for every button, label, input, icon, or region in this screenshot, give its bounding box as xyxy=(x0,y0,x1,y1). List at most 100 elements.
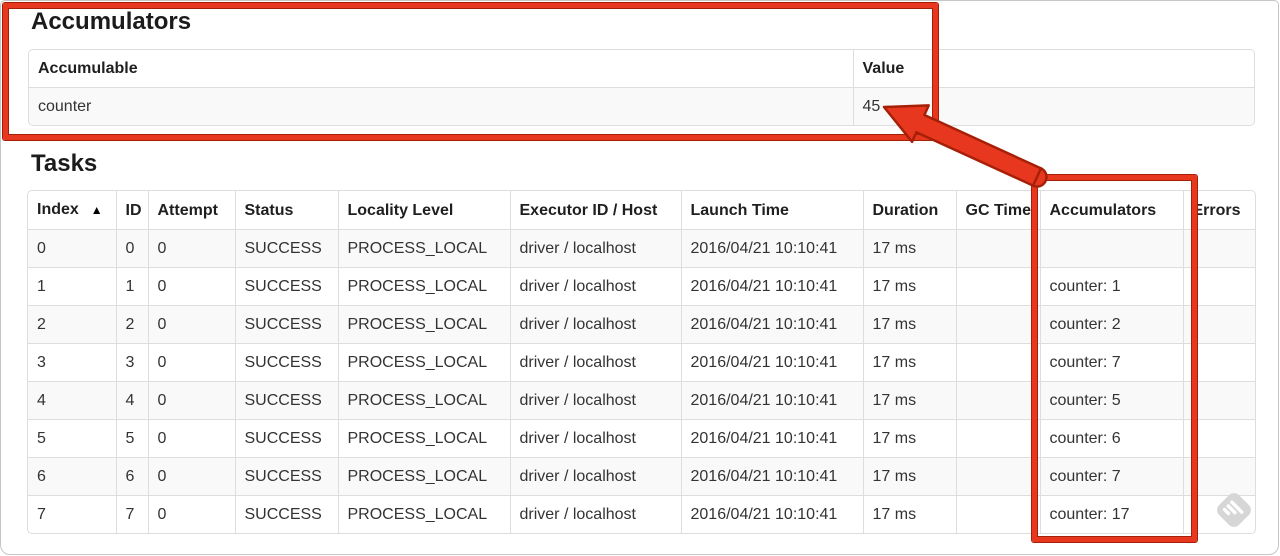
cell-errors xyxy=(1182,495,1255,533)
cell-errors xyxy=(1182,229,1255,268)
cell-duration: 17 ms xyxy=(862,457,957,496)
cell-gc-time xyxy=(955,267,1041,306)
cell-id: 6 xyxy=(115,457,149,496)
cell-gc-time xyxy=(955,495,1041,533)
cell-duration: 17 ms xyxy=(862,267,957,306)
cell-gc-time xyxy=(955,381,1041,420)
accumulators-section-title: Accumulators xyxy=(31,8,192,35)
cell-duration: 17 ms xyxy=(862,229,957,268)
cell-launch-time: 2016/04/21 10:10:41 xyxy=(680,343,864,382)
cell-index: 7 xyxy=(28,495,117,533)
cell-accumulable: counter xyxy=(29,87,854,125)
cell-accumulators: counter: 6 xyxy=(1039,419,1184,458)
cell-status: SUCCESS xyxy=(234,381,339,420)
cell-errors xyxy=(1182,419,1255,458)
cell-gc-time xyxy=(955,419,1041,458)
table-row: 2 2 0 SUCCESS PROCESS_LOCAL driver / loc… xyxy=(28,305,1255,344)
cell-launch-time: 2016/04/21 10:10:41 xyxy=(680,419,864,458)
cell-index: 4 xyxy=(28,381,117,420)
cell-status: SUCCESS xyxy=(234,305,339,344)
col-header-index[interactable]: Index ▲ xyxy=(28,191,117,230)
table-row: 5 5 0 SUCCESS PROCESS_LOCAL driver / loc… xyxy=(28,419,1255,458)
cell-locality: PROCESS_LOCAL xyxy=(337,419,511,458)
cell-executor: driver / localhost xyxy=(509,229,682,268)
col-header-value[interactable]: Value xyxy=(852,50,1254,88)
cell-id: 4 xyxy=(115,381,149,420)
cell-id: 5 xyxy=(115,419,149,458)
table-row: counter 45 xyxy=(29,87,1254,125)
col-header-id[interactable]: ID xyxy=(115,191,149,230)
cell-executor: driver / localhost xyxy=(509,457,682,496)
table-row: 4 4 0 SUCCESS PROCESS_LOCAL driver / loc… xyxy=(28,381,1255,420)
cell-executor: driver / localhost xyxy=(509,419,682,458)
cell-attempt: 0 xyxy=(147,229,236,268)
cell-attempt: 0 xyxy=(147,267,236,306)
cell-errors xyxy=(1182,343,1255,382)
cell-launch-time: 2016/04/21 10:10:41 xyxy=(680,381,864,420)
cell-gc-time xyxy=(955,457,1041,496)
cell-index: 1 xyxy=(28,267,117,306)
cell-gc-time xyxy=(955,229,1041,268)
col-header-locality-level[interactable]: Locality Level xyxy=(337,191,511,230)
col-header-errors[interactable]: Errors xyxy=(1182,191,1255,230)
cell-locality: PROCESS_LOCAL xyxy=(337,305,511,344)
table-row: 7 7 0 SUCCESS PROCESS_LOCAL driver / loc… xyxy=(28,495,1255,533)
cell-attempt: 0 xyxy=(147,457,236,496)
spark-stage-page: Accumulators Accumulable Value counter 4… xyxy=(0,0,1279,555)
cell-duration: 17 ms xyxy=(862,381,957,420)
cell-duration: 17 ms xyxy=(862,495,957,533)
cell-value: 45 xyxy=(852,87,1254,125)
cell-id: 0 xyxy=(115,229,149,268)
cell-attempt: 0 xyxy=(147,343,236,382)
cell-executor: driver / localhost xyxy=(509,267,682,306)
cell-executor: driver / localhost xyxy=(509,495,682,533)
cell-launch-time: 2016/04/21 10:10:41 xyxy=(680,305,864,344)
cell-locality: PROCESS_LOCAL xyxy=(337,343,511,382)
col-header-status[interactable]: Status xyxy=(234,191,339,230)
cell-duration: 17 ms xyxy=(862,343,957,382)
col-header-launch-time[interactable]: Launch Time xyxy=(680,191,864,230)
cell-status: SUCCESS xyxy=(234,343,339,382)
cell-accumulators: counter: 1 xyxy=(1039,267,1184,306)
col-header-accumulators[interactable]: Accumulators xyxy=(1039,191,1184,230)
cell-attempt: 0 xyxy=(147,381,236,420)
cell-launch-time: 2016/04/21 10:10:41 xyxy=(680,495,864,533)
col-header-index-label: Index xyxy=(37,201,79,218)
cell-accumulators xyxy=(1039,229,1184,268)
cell-launch-time: 2016/04/21 10:10:41 xyxy=(680,267,864,306)
table-row: 1 1 0 SUCCESS PROCESS_LOCAL driver / loc… xyxy=(28,267,1255,306)
cell-errors xyxy=(1182,457,1255,496)
cell-index: 5 xyxy=(28,419,117,458)
cell-accumulators: counter: 7 xyxy=(1039,457,1184,496)
cell-status: SUCCESS xyxy=(234,495,339,533)
tasks-section-title: Tasks xyxy=(31,150,98,177)
table-row: 3 3 0 SUCCESS PROCESS_LOCAL driver / loc… xyxy=(28,343,1255,382)
cell-attempt: 0 xyxy=(147,495,236,533)
cell-id: 1 xyxy=(115,267,149,306)
cell-id: 3 xyxy=(115,343,149,382)
cell-id: 7 xyxy=(115,495,149,533)
tasks-header-row: Index ▲ ID Attempt Status Locality Level … xyxy=(28,191,1255,230)
cell-errors xyxy=(1182,305,1255,344)
accumulators-header-row: Accumulable Value xyxy=(29,50,1254,88)
cell-errors xyxy=(1182,267,1255,306)
cell-locality: PROCESS_LOCAL xyxy=(337,495,511,533)
col-header-executor-id-host[interactable]: Executor ID / Host xyxy=(509,191,682,230)
cell-status: SUCCESS xyxy=(234,267,339,306)
col-header-attempt[interactable]: Attempt xyxy=(147,191,236,230)
cell-accumulators: counter: 2 xyxy=(1039,305,1184,344)
cell-executor: driver / localhost xyxy=(509,381,682,420)
cell-status: SUCCESS xyxy=(234,419,339,458)
cell-index: 6 xyxy=(28,457,117,496)
cell-duration: 17 ms xyxy=(862,305,957,344)
cell-attempt: 0 xyxy=(147,305,236,344)
cell-locality: PROCESS_LOCAL xyxy=(337,381,511,420)
cell-index: 2 xyxy=(28,305,117,344)
col-header-gc-time[interactable]: GC Time xyxy=(955,191,1041,230)
cell-executor: driver / localhost xyxy=(509,343,682,382)
col-header-duration[interactable]: Duration xyxy=(862,191,957,230)
tasks-table: Index ▲ ID Attempt Status Locality Level … xyxy=(27,190,1256,534)
table-row: 6 6 0 SUCCESS PROCESS_LOCAL driver / loc… xyxy=(28,457,1255,496)
col-header-accumulable[interactable]: Accumulable xyxy=(29,50,854,88)
cell-executor: driver / localhost xyxy=(509,305,682,344)
